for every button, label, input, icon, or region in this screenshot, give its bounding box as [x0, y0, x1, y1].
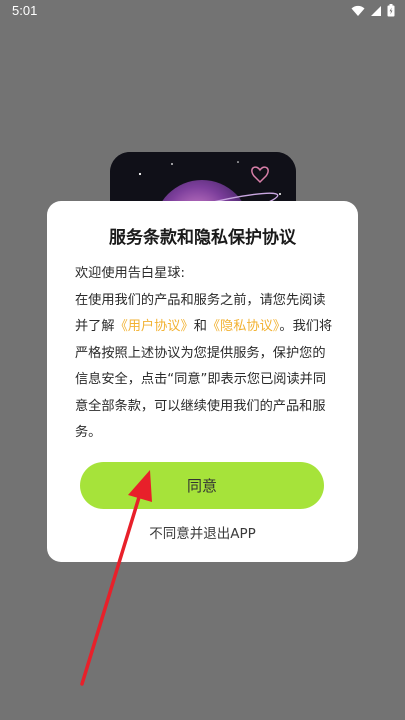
status-time: 5:01: [12, 3, 38, 18]
terms-dialog: 服务条款和隐私保护协议 欢迎使用告白星球: 在使用我们的产品和服务之前，请您先阅…: [47, 201, 358, 562]
wifi-icon: [351, 5, 365, 16]
user-agreement-link[interactable]: 《用户协议》: [115, 319, 194, 334]
and-text: 和: [193, 319, 207, 334]
agree-button[interactable]: 同意: [80, 462, 324, 509]
body-text-part2: 。我们将严格按照上述协议为您提供服务，保护您的信息安全，点击“同意”即表示您已阅…: [75, 319, 333, 440]
status-bar: 5:01: [0, 0, 405, 24]
privacy-policy-link[interactable]: 《隐私协议》: [207, 319, 280, 334]
disagree-exit-link[interactable]: 不同意并退出APP: [47, 522, 358, 542]
dialog-title: 服务条款和隐私保护协议: [109, 228, 296, 248]
signal-icon: [371, 5, 381, 16]
battery-icon: [387, 4, 395, 17]
agreement-paragraph: 在使用我们的产品和服务之前，请您先阅读并了解《用户协议》和《隐私协议》。我们将严…: [75, 288, 338, 447]
status-icons: [351, 4, 395, 17]
greeting-text: 欢迎使用告白星球:: [75, 266, 185, 281]
dialog-body: 欢迎使用告白星球: 在使用我们的产品和服务之前，请您先阅读并了解《用户协议》和《…: [75, 261, 338, 447]
